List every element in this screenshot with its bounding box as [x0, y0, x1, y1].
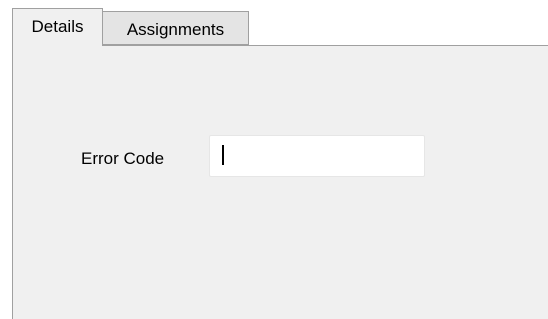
tab-assignments[interactable]: Assignments [102, 11, 249, 45]
details-window: Details Assignments Error Code [0, 0, 548, 319]
tab-details[interactable]: Details [12, 8, 103, 46]
tab-strip: Details Assignments [12, 0, 548, 46]
text-cursor [222, 145, 224, 165]
details-panel: Error Code [12, 45, 548, 319]
error-code-label: Error Code [81, 149, 165, 168]
error-code-input[interactable] [209, 135, 425, 177]
